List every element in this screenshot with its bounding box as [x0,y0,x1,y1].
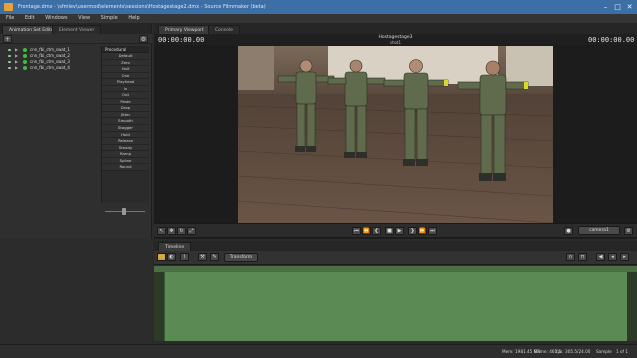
left-lower-panel [0,241,152,344]
expand-arrow-icon[interactable]: ▶ [15,60,18,64]
filter-icon[interactable]: ⚒ [198,253,207,261]
clip-editor-icon[interactable]: ▭ [157,253,166,261]
animset-dot-icon [23,54,27,58]
menu-help[interactable]: Help [128,15,139,21]
skip-start-button[interactable]: ⏮ [352,227,361,235]
eye-icon[interactable] [8,61,11,63]
menu-file[interactable]: File [6,15,14,21]
motion-editor-icon[interactable]: ◐ [167,253,176,261]
expand-arrow-icon[interactable]: ▶ [15,66,18,70]
minimize-icon[interactable]: – [600,2,611,12]
tab-element-viewer[interactable]: Element Viewer [52,25,102,34]
app-icon [4,3,13,11]
step-back-button[interactable]: ❮ [372,227,381,235]
timeline-left-gutter [154,272,164,341]
graph-editor-icon[interactable]: ⌇ [180,253,189,261]
window-titlebar: Frontage.dmx - \sfmlev\usermod\elements\… [0,0,637,14]
zoom-fit-icon[interactable]: ◀ [596,253,605,261]
rotate-tool-icon[interactable]: ↻ [177,227,186,235]
transform-toggle-icon[interactable]: ✎ [210,253,219,261]
tree-row[interactable]: ▶ cnn_fbi_ctm_swat_4 [2,65,98,71]
camera-select-button[interactable]: camera1 [578,226,620,235]
stop-button[interactable]: ■ [385,227,394,235]
procedural-header: Procedural [102,46,149,53]
procedural-presets: Procedural Default Zero Half One Playhea… [101,46,149,203]
scale-tool-icon[interactable]: ⤢ [187,227,196,235]
menu-view[interactable]: View [78,15,90,21]
expand-arrow-icon[interactable]: ▶ [15,48,18,52]
menu-windows[interactable]: Windows [45,15,67,21]
viewport-settings-icon[interactable]: ⚙ [624,227,633,235]
slider-thumb[interactable] [122,208,126,215]
animset-dot-icon [23,48,27,52]
shot-name: shot1 [389,40,402,45]
rewind-button[interactable]: ⏪ [362,227,371,235]
primary-viewport-panel: Primary Viewport Console 00:00:00.00 00:… [154,23,637,239]
page-status: 1 of 1 [616,349,629,354]
playback-controls: ↖ ✥ ↻ ⤢ ⏮ ⏪ ❮ ■ ▶ ❯ ⏩ ⏭ ● camera1 ⚙ [154,223,637,237]
eye-icon[interactable] [8,55,11,57]
window-title: Frontage.dmx - \sfmlev\usermod\elements\… [18,4,266,10]
record-camera-icon[interactable]: ● [564,227,573,235]
status-bar: Mem: 1981.45 MB Game: 461.5 fps: 305.5/2… [0,344,637,358]
timeline-toolbar: ▭ ◐ ⌇ ⚒ ✎ Transform ∩ ⊓ ◀ ◂ ▸ [154,251,637,265]
eye-icon[interactable] [8,49,11,51]
timeline-panel: Timeline ▭ ◐ ⌇ ⚒ ✎ Transform ∩ ⊓ ◀ ◂ ▸ [154,241,637,344]
tree-label: cnn_fbi_ctm_swat_2 [30,53,70,58]
maximize-icon[interactable]: □ [612,2,623,12]
magnet-icon[interactable]: ∩ [566,253,575,261]
step-forward-button[interactable]: ❯ [408,227,417,235]
left-panel-tabs: Animation Set Editor Element Viewer [0,23,151,34]
viewport-tabs: Primary Viewport Console [154,23,637,34]
tree-label: cnn_fbi_ctm_swat_1 [30,47,70,52]
timeline-right-gutter [627,272,637,341]
options-gear-icon[interactable]: ⚙ [139,35,148,43]
viewport-render[interactable] [238,46,553,245]
animation-set-toolbar: + ⚙ [0,34,152,44]
preset-slider[interactable] [101,207,149,215]
mode-status: Sample [596,349,612,354]
skip-end-button[interactable]: ⏭ [428,227,437,235]
select-tool-icon[interactable]: ↖ [157,227,166,235]
menu-bar: File Edit Windows View Simple Help [0,14,637,23]
move-tool-icon[interactable]: ✥ [167,227,176,235]
tree-label: cnn_fbi_ctm_swat_3 [30,59,70,64]
play-button[interactable]: ▶ [395,227,404,235]
timeline-tabs: Timeline [154,241,637,251]
tree-label: cnn_fbi_ctm_swat_4 [30,65,70,70]
fast-forward-button[interactable]: ⏩ [418,227,427,235]
add-button[interactable]: + [3,35,12,43]
animation-set-tree: ▶ cnn_fbi_ctm_swat_1 ▶ cnn_fbi_ctm_swat_2 … [2,47,98,71]
animation-set-editor-panel: Animation Set Editor Element Viewer + ⚙ … [0,23,152,239]
lock-icon[interactable]: ⊓ [578,253,587,261]
tab-timeline[interactable]: Timeline [158,242,192,251]
animset-dot-icon [23,60,27,64]
frame-forward-icon[interactable]: ▸ [620,253,629,261]
expand-arrow-icon[interactable]: ▶ [15,54,18,58]
transform-dropdown[interactable]: Transform [224,253,258,262]
preset-round[interactable]: Round [102,164,149,171]
scene-image [238,46,553,224]
timeline-clip-area[interactable] [164,272,627,341]
frame-back-icon[interactable]: ◂ [608,253,617,261]
eye-icon[interactable] [8,67,11,69]
tab-console[interactable]: Console [208,25,240,34]
close-icon[interactable]: ✕ [624,2,635,12]
menu-simple[interactable]: Simple [101,15,118,21]
fps-status: fps: 305.5/24.00 [556,349,591,354]
animset-dot-icon [23,66,27,70]
tab-primary-viewport[interactable]: Primary Viewport [158,25,211,34]
menu-edit[interactable]: Edit [25,15,35,21]
viewport-timebar: 00:00:00.00 00:00:00.00 Hostagestage3 sh… [154,34,637,45]
